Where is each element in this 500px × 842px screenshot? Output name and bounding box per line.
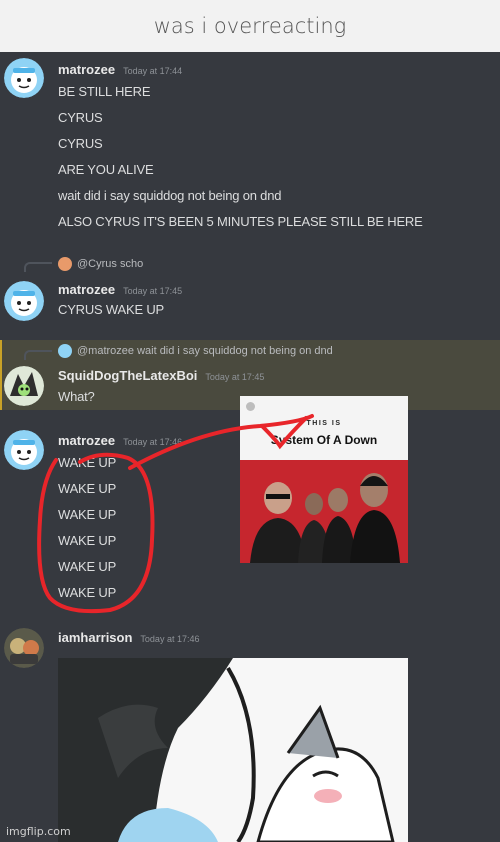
message-author[interactable]: iamharrison Today at 17:46 [58, 630, 199, 645]
author-name[interactable]: matrozee [58, 282, 115, 297]
message-line: ARE YOU ALIVE [58, 162, 154, 177]
avatar[interactable] [4, 58, 44, 98]
message-line: CYRUS [58, 136, 103, 151]
reply-avatar [58, 257, 72, 271]
meme-title-bar: was i overreacting [0, 0, 500, 52]
author-name[interactable]: matrozee [58, 62, 115, 77]
message-line: WAKE UP [58, 559, 117, 574]
reply-connector [24, 262, 52, 272]
message-timestamp: Today at 17:44 [123, 66, 183, 76]
meme-title: was i overreacting [153, 14, 347, 38]
message-line: CYRUS WAKE UP [58, 302, 164, 317]
reply-preview[interactable]: @matrozee wait did i say squiddog not be… [58, 344, 333, 358]
message-timestamp: Today at 17:46 [123, 437, 183, 447]
message-line: What? [58, 389, 95, 404]
message-author[interactable]: matrozee Today at 17:46 [58, 433, 182, 448]
message-timestamp: Today at 17:46 [140, 634, 200, 644]
author-name[interactable]: matrozee [58, 433, 115, 448]
album-cover-image: THIS IS System Of A Down [240, 396, 408, 563]
album-artist: System Of A Down [270, 433, 378, 447]
message-author[interactable]: SquidDogTheLatexBoi Today at 17:45 [58, 368, 264, 383]
message-author[interactable]: matrozee Today at 17:45 [58, 282, 182, 297]
message-timestamp: Today at 17:45 [123, 286, 183, 296]
imgflip-watermark: imgflip.com [6, 825, 71, 838]
message-timestamp: Today at 17:45 [205, 372, 265, 382]
avatar[interactable] [4, 366, 44, 406]
message-line: ALSO CYRUS IT'S BEEN 5 MINUTES PLEASE ST… [58, 214, 423, 229]
message-line: WAKE UP [58, 455, 117, 470]
message-line: WAKE UP [58, 585, 117, 600]
reply-text: @matrozee wait did i say squiddog not be… [77, 345, 333, 357]
message-line: BE STILL HERE [58, 84, 151, 99]
message-line: WAKE UP [58, 481, 117, 496]
album-band-photo [240, 460, 408, 563]
message-line: CYRUS [58, 110, 103, 125]
message-line: WAKE UP [58, 533, 117, 548]
avatar[interactable] [4, 281, 44, 321]
message-line: WAKE UP [58, 507, 117, 522]
reaction-drawing-image [58, 658, 408, 842]
reply-preview[interactable]: @Cyrus scho [58, 257, 143, 271]
message-author[interactable]: matrozee Today at 17:44 [58, 62, 182, 77]
album-kicker: THIS IS [306, 420, 342, 427]
avatar[interactable] [4, 430, 44, 470]
reply-avatar [58, 344, 72, 358]
author-name[interactable]: SquidDogTheLatexBoi [58, 368, 197, 383]
reply-connector [24, 350, 52, 360]
reply-text: @Cyrus scho [77, 258, 144, 270]
message-line: wait did i say squiddog not being on dnd [58, 188, 282, 203]
author-name[interactable]: iamharrison [58, 630, 132, 645]
avatar[interactable] [4, 628, 44, 668]
spotify-icon [246, 402, 255, 411]
